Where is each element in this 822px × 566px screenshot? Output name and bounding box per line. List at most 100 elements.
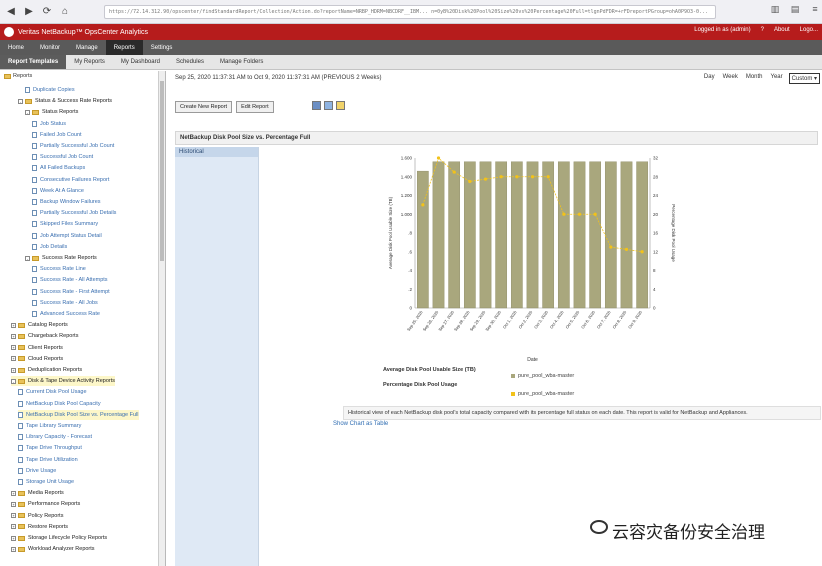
tree-report[interactable]: Tape Drive Utilization	[18, 455, 78, 465]
tree-report[interactable]: Successful Job Count	[32, 152, 93, 162]
line-point	[577, 212, 582, 216]
edit-report-button[interactable]: Edit Report	[236, 101, 274, 113]
legend-entry-line: pure_pool_wba-master	[511, 391, 574, 397]
create-report-button[interactable]: Create New Report	[175, 101, 233, 113]
collapse-icon[interactable]: -	[18, 98, 23, 104]
forward-icon[interactable]: ▶	[22, 5, 36, 19]
sidebar-scrollbar[interactable]	[158, 71, 165, 566]
tree-report[interactable]: Tape Drive Throughput	[18, 443, 82, 453]
tree-folder[interactable]: - Status Reports	[25, 107, 78, 117]
menu-icon[interactable]: ≡	[808, 4, 822, 15]
tree-report[interactable]: Week At A Glance	[32, 186, 84, 196]
about-link[interactable]: About	[774, 27, 790, 33]
tree-report[interactable]: Tape Library Summary	[18, 421, 81, 431]
tree-report[interactable]: Failed Job Count	[32, 130, 82, 140]
logged-in-label[interactable]: Logged in as (admin)	[694, 27, 750, 33]
sidebar-icon[interactable]: ▤	[788, 4, 802, 15]
reload-icon[interactable]: ⟳	[40, 5, 54, 19]
export-icon[interactable]	[324, 101, 333, 110]
tab-my-dashboard[interactable]: My Dashboard	[113, 55, 168, 69]
tree-report[interactable]: Drive Usage	[18, 466, 56, 476]
tree-report[interactable]: Success Rate - First Attempt	[32, 287, 110, 297]
tab-schedules[interactable]: Schedules	[168, 55, 212, 69]
tree-folder[interactable]: - Disk & Tape Device Activity Reports	[11, 376, 116, 387]
tree-folder[interactable]: + Deduplication Reports	[11, 365, 82, 375]
collapse-icon[interactable]: -	[25, 255, 30, 261]
collapse-icon[interactable]: -	[11, 378, 16, 384]
period-day[interactable]: Day	[702, 73, 717, 84]
expand-icon[interactable]: +	[11, 356, 16, 362]
tree-report[interactable]: Partially Successful Job Details	[32, 208, 116, 218]
tree-report[interactable]: Advanced Success Rate	[32, 309, 100, 319]
expand-icon[interactable]: +	[11, 535, 16, 541]
logout-link[interactable]: Logo...	[800, 27, 818, 33]
tree-report[interactable]: Success Rate - All Jobs	[32, 298, 98, 308]
tab-historical[interactable]: Historical	[175, 147, 258, 157]
expand-icon[interactable]: +	[11, 513, 16, 519]
expand-icon[interactable]: +	[11, 345, 16, 351]
expand-icon[interactable]: +	[11, 524, 16, 530]
x-tick-label: Oct 3, 2020	[533, 309, 549, 329]
y-tick-label: 1.400	[401, 174, 413, 179]
scrollbar-thumb[interactable]	[160, 81, 164, 261]
tree-report[interactable]: Success Rate Line	[32, 264, 86, 274]
tree-folder[interactable]: + Workload Analyzer Reports	[11, 544, 95, 554]
tree-report[interactable]: NetBackup Disk Pool Size vs. Percentage …	[18, 409, 139, 420]
tab-manage-folders[interactable]: Manage Folders	[212, 55, 271, 69]
tree-report[interactable]: Storage Unit Usage	[18, 477, 74, 487]
tree-report[interactable]: Library Capacity - Forecast	[18, 432, 92, 442]
help-icon[interactable]: ?	[761, 27, 764, 33]
email-icon[interactable]	[336, 101, 345, 110]
tree-report[interactable]: Success Rate - All Attempts	[32, 275, 108, 285]
tree-report[interactable]: Duplicate Copies	[25, 85, 75, 95]
tree-folder[interactable]: + Media Reports	[11, 488, 64, 498]
tree-folder[interactable]: + Restore Reports	[11, 522, 68, 532]
tree-report[interactable]: Skipped Files Summary	[32, 219, 98, 229]
period-year[interactable]: Year	[769, 73, 785, 84]
show-chart-as-table-link[interactable]: Show Chart as Table	[333, 421, 388, 427]
tree-report[interactable]: Backup Window Failures	[32, 197, 101, 207]
tree-folder[interactable]: + Cloud Reports	[11, 354, 63, 364]
period-month[interactable]: Month	[744, 73, 765, 84]
tree-folder[interactable]: + Performance Reports	[11, 499, 80, 509]
tree-folder[interactable]: + Storage Lifecycle Policy Reports	[11, 533, 107, 543]
tab-monitor[interactable]: Monitor	[32, 40, 68, 55]
tab-reports[interactable]: Reports	[105, 40, 143, 55]
tree-report[interactable]: Consecutive Failures Report	[32, 175, 109, 185]
tree-folder[interactable]: + Client Reports	[11, 343, 63, 353]
url-bar[interactable]: https://72.14.312.90/opscenter/findStand…	[104, 5, 716, 19]
tab-manage[interactable]: Manage	[68, 40, 106, 55]
tree-report[interactable]: Job Attempt Status Detail	[32, 231, 102, 241]
tab-settings[interactable]: Settings	[143, 40, 181, 55]
tree-folder[interactable]: - Status & Success Rate Reports	[18, 96, 112, 106]
tree-report[interactable]: Current Disk Pool Usage	[18, 387, 87, 397]
expand-icon[interactable]: +	[11, 546, 16, 552]
tree-report[interactable]: Job Status	[32, 119, 66, 129]
period-week[interactable]: Week	[721, 73, 740, 84]
tab-my-reports[interactable]: My Reports	[66, 55, 113, 69]
home-icon[interactable]: ⌂	[58, 5, 72, 19]
expand-icon[interactable]: +	[11, 322, 16, 328]
save-icon[interactable]	[312, 101, 321, 110]
back-icon[interactable]: ◀	[4, 5, 18, 19]
expand-icon[interactable]: +	[11, 501, 16, 507]
tab-home[interactable]: Home	[0, 40, 32, 55]
report-icon	[32, 165, 37, 172]
y2-tick-label: 32	[653, 156, 659, 161]
expand-icon[interactable]: +	[11, 367, 16, 373]
tree-folder[interactable]: + Chargeback Reports	[11, 331, 78, 341]
expand-icon[interactable]: +	[11, 490, 16, 496]
tree-report[interactable]: NetBackup Disk Pool Capacity	[18, 399, 101, 409]
collapse-icon[interactable]: -	[25, 109, 30, 115]
period-custom[interactable]: Custom ▾	[788, 73, 820, 84]
tree-folder[interactable]: - Success Rate Reports	[25, 253, 97, 263]
tree-folder[interactable]: + Catalog Reports	[11, 320, 68, 330]
tree-report[interactable]: Job Details	[32, 242, 67, 252]
library-icon[interactable]: ▥	[768, 4, 782, 15]
tree-report[interactable]: Partially Successful Job Count	[32, 141, 114, 151]
tab-report-templates[interactable]: Report Templates	[0, 55, 67, 69]
expand-icon[interactable]: +	[11, 333, 16, 339]
tree-root[interactable]: Reports	[4, 73, 32, 79]
tree-folder[interactable]: + Policy Reports	[11, 511, 63, 521]
tree-report[interactable]: All Failed Backups	[32, 163, 85, 173]
